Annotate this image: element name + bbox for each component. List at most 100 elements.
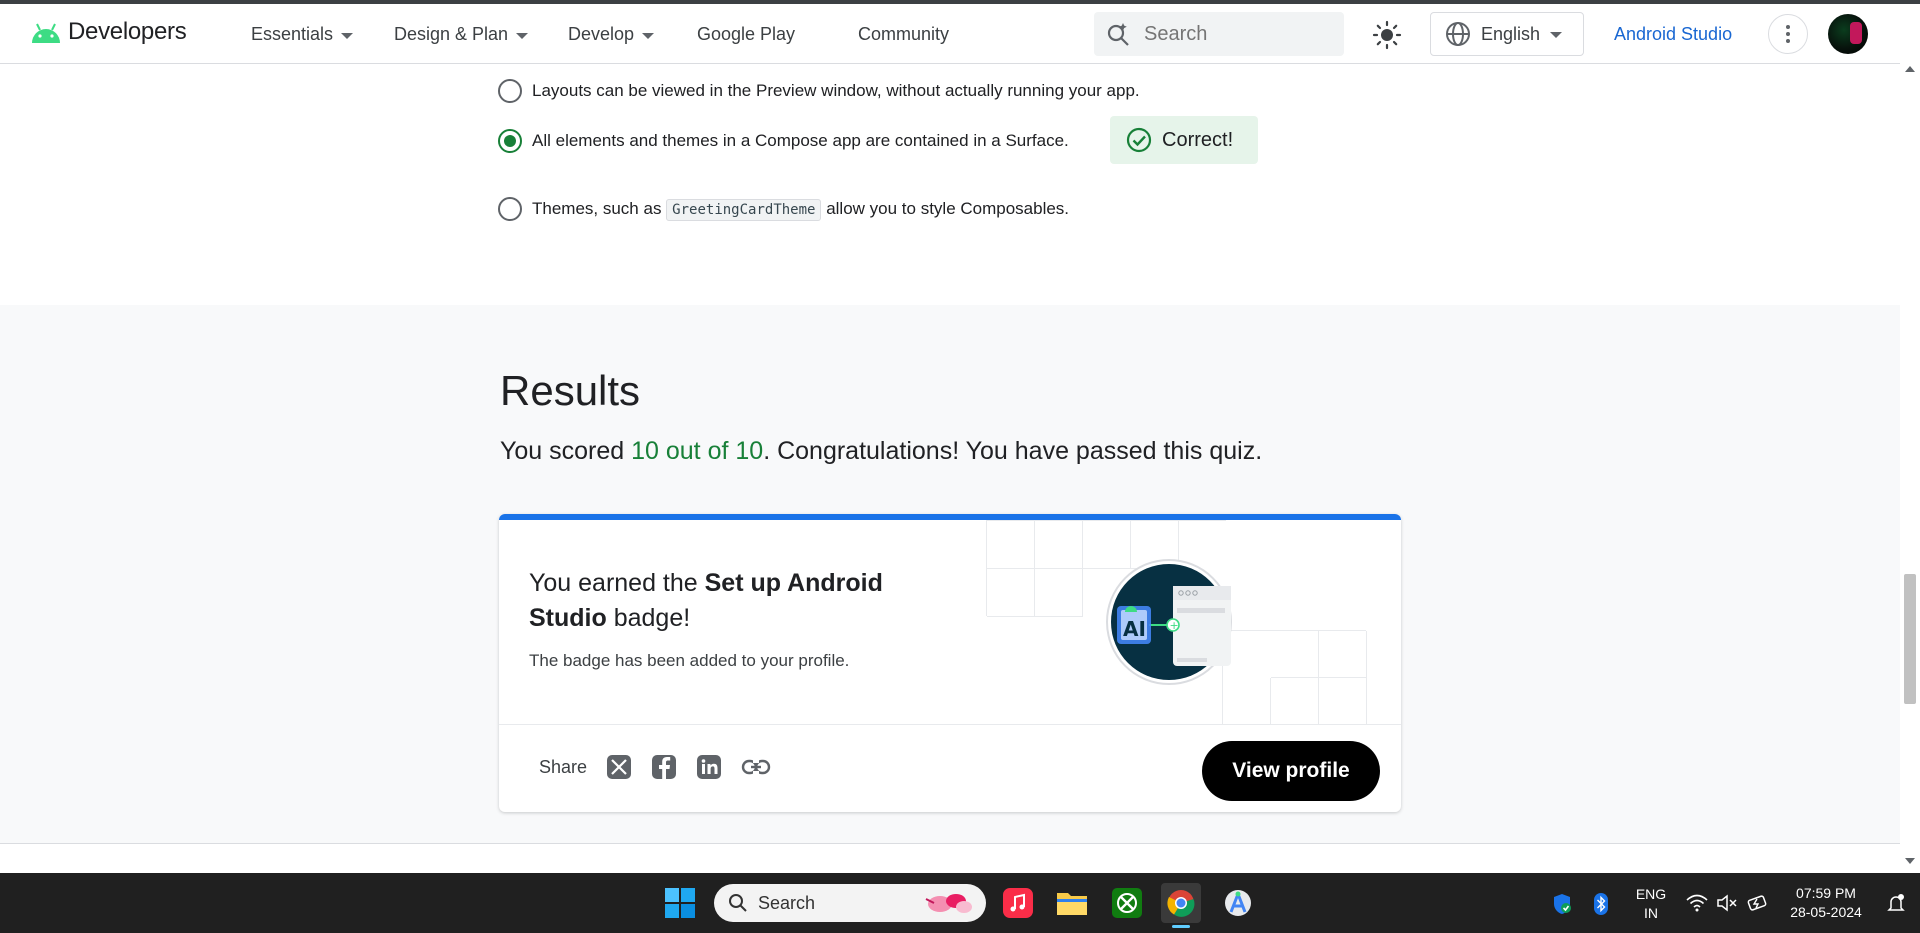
nav-design-plan[interactable]: Design & Plan (394, 24, 529, 45)
dot (1786, 32, 1790, 36)
score-value: 10 out of 10 (631, 437, 764, 465)
linkedin-icon[interactable] (696, 754, 722, 780)
score-suffix: . Congratulations! You have passed this … (763, 437, 1263, 465)
avatar[interactable] (1828, 14, 1868, 54)
clock-date: 28-05-2024 (1790, 904, 1862, 920)
language-selector[interactable]: English (1430, 12, 1584, 56)
taskbar-search-label: Search (758, 892, 816, 913)
nav-label: Community (858, 24, 950, 44)
option-text: Layouts can be viewed in the Preview win… (532, 81, 1140, 100)
radio-button-checked[interactable] (498, 129, 522, 153)
nav-label: Design & Plan (394, 24, 509, 44)
feedback-text: Correct! (1162, 128, 1234, 151)
clock[interactable]: 07:59 PM 28-05-2024 (1778, 884, 1874, 922)
caret-down-icon (642, 32, 655, 39)
battery-charging-icon[interactable] (1746, 894, 1768, 912)
scrollbar[interactable] (1900, 64, 1920, 874)
android-logo-icon (32, 23, 60, 43)
taskbar-search[interactable]: Search (714, 884, 986, 922)
bluetooth-icon[interactable] (1594, 893, 1608, 915)
badge-card: You earned the Set up Android Studio bad… (499, 514, 1401, 812)
xbox-app[interactable] (1107, 883, 1147, 923)
earned-suffix: badge! (606, 604, 691, 632)
badge-added-text: The badge has been added to your profile… (529, 651, 850, 670)
option-text-before: Themes, such as (532, 199, 667, 218)
share-label: Share (539, 757, 588, 777)
facebook-icon[interactable] (651, 754, 677, 780)
card-divider (499, 724, 1401, 725)
apple-music-icon (1003, 888, 1033, 918)
results-section: Results You scored 10 out of 10. Congrat… (0, 305, 1900, 843)
dot (1786, 39, 1790, 43)
theme-toggle-button[interactable] (1372, 20, 1402, 50)
search-highlight-candy-icon (925, 894, 972, 913)
scroll-down-arrow-icon[interactable] (1905, 858, 1915, 864)
windows-start-icon (665, 888, 695, 918)
windows-start-button[interactable] (660, 883, 700, 923)
search-icon (729, 894, 747, 912)
score-line: You scored 10 out of 10. Congratulations… (500, 437, 1262, 466)
quiz-options: Layouts can be viewed in the Preview win… (0, 65, 1900, 305)
wifi-icon[interactable] (1686, 894, 1708, 912)
dot (1786, 25, 1790, 29)
windows-taskbar: Search ENG IN 07:59 PM 28-05-2024 (0, 873, 1920, 933)
language-indicator[interactable]: ENG IN (1633, 885, 1669, 923)
apple-music-app[interactable] (998, 883, 1038, 923)
lang-line-2: IN (1644, 905, 1658, 921)
decorative-grid (1222, 630, 1367, 725)
nav-label: Google Play (697, 24, 796, 44)
file-explorer-icon (1057, 893, 1087, 915)
correct-feedback: Correct! (1110, 116, 1258, 164)
notification-bell-icon[interactable] (1886, 893, 1906, 913)
android-studio-link[interactable]: Android Studio (1614, 24, 1732, 45)
quiz-option[interactable]: Themes, such as GreetingCardTheme allow … (498, 197, 1069, 221)
developers-logo[interactable]: Developers (30, 18, 187, 46)
results-title: Results (500, 367, 641, 414)
check-circle-icon (1126, 127, 1152, 153)
caret-down-icon (341, 32, 354, 39)
android-studio-app[interactable] (1218, 883, 1258, 923)
x-icon[interactable] (606, 754, 632, 780)
nav-develop[interactable]: Develop (568, 24, 655, 45)
radio-button[interactable] (498, 197, 522, 221)
globe-icon (1446, 22, 1470, 46)
svg-text:+: + (1170, 619, 1179, 632)
clock-time: 07:59 PM (1796, 885, 1856, 901)
quiz-option-selected[interactable]: All elements and themes in a Compose app… (498, 129, 1069, 153)
chrome-app[interactable] (1161, 883, 1201, 923)
scrollbar-thumb[interactable] (1904, 574, 1916, 704)
option-text: Themes, such as GreetingCardTheme allow … (532, 199, 1070, 221)
lang-line-1: ENG (1635, 886, 1667, 902)
search-input[interactable] (1144, 22, 1324, 46)
option-text: All elements and themes in a Compose app… (532, 131, 1069, 150)
scroll-up-arrow-icon[interactable] (1905, 66, 1915, 72)
badge-earned-text: You earned the Set up Android Studio bad… (529, 566, 909, 636)
radio-button[interactable] (498, 79, 522, 103)
quiz-option[interactable]: Layouts can be viewed in the Preview win… (498, 79, 1140, 103)
option-text-after: allow you to style Composables. (821, 199, 1070, 218)
link-icon[interactable] (741, 754, 771, 780)
card-accent-bar (499, 514, 1401, 520)
more-options-button[interactable] (1768, 14, 1808, 54)
nav-label: Essentials (251, 24, 334, 44)
site-search[interactable] (1094, 12, 1344, 56)
nav-community[interactable]: Community (858, 24, 949, 45)
svg-text:AI: AI (1123, 617, 1146, 641)
windows-security-icon[interactable] (1552, 893, 1572, 915)
page-footer-edge (0, 843, 1900, 873)
android-studio-badge-icon: + AI (1106, 559, 1232, 685)
chrome-icon (1167, 890, 1195, 917)
active-app-indicator (1172, 925, 1190, 928)
caret-down-icon (516, 32, 529, 39)
nav-google-play[interactable]: Google Play (697, 24, 795, 45)
file-explorer-app[interactable] (1052, 883, 1092, 923)
search-icon (1107, 23, 1129, 46)
nav-essentials[interactable]: Essentials (251, 24, 354, 45)
logo-text: Developers (68, 18, 187, 45)
site-header: Developers Essentials Design & Plan Deve… (0, 4, 1900, 64)
sun-icon (1372, 20, 1402, 50)
code-snippet: GreetingCardTheme (666, 199, 822, 221)
volume-muted-icon[interactable] (1716, 894, 1738, 912)
view-profile-button[interactable]: View profile (1202, 741, 1380, 801)
language-label: English (1481, 23, 1541, 44)
